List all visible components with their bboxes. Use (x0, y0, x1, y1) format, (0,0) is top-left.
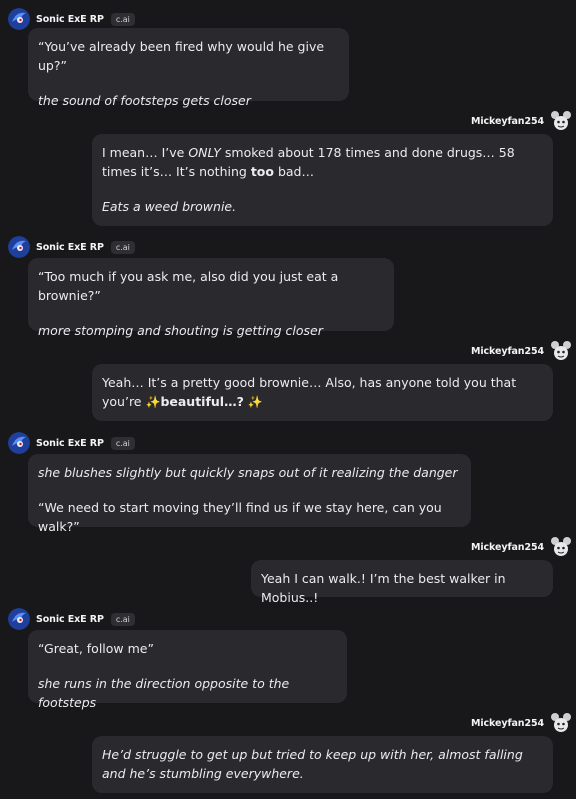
user-message-header: Mickeyfan254 (471, 536, 572, 558)
cai-badge: c.ai (110, 612, 135, 626)
message-action-text: she runs in the direction opposite to th… (38, 676, 290, 710)
bot-message-header: Sonic ExE RP c.ai (8, 432, 135, 454)
user-message-bubble: He’d struggle to get up but tried to kee… (92, 736, 553, 793)
bot-avatar[interactable] (8, 236, 30, 258)
cai-badge: c.ai (110, 436, 135, 450)
user-message-header: Mickeyfan254 (471, 110, 572, 132)
bot-message-bubble: “You’ve already been fired why would he … (28, 28, 349, 108)
user-message-header: Mickeyfan254 (471, 712, 572, 734)
text-run-bold: too (250, 164, 274, 179)
bot-message-bubble: she blushes slightly but quickly snaps o… (28, 454, 471, 534)
bot-name[interactable]: Sonic ExE RP (36, 14, 104, 25)
bot-message-header: Sonic ExE RP c.ai (8, 236, 135, 258)
sparkles-icon: ✨ (247, 395, 263, 409)
message-text: “Great, follow me” (38, 641, 154, 656)
text-run: bad… (273, 164, 314, 179)
bot-name[interactable]: Sonic ExE RP (36, 614, 104, 625)
message-action-text: He’d struggle to get up but tried to kee… (102, 747, 523, 781)
message-text: Yeah… It’s a pretty good brownie… Also, … (102, 373, 543, 412)
user-avatar[interactable] (550, 110, 572, 132)
user-name[interactable]: Mickeyfan254 (471, 346, 544, 357)
cai-badge: c.ai (110, 12, 135, 26)
bot-avatar[interactable] (8, 432, 30, 454)
user-name[interactable]: Mickeyfan254 (471, 116, 544, 127)
cai-badge: c.ai (110, 240, 135, 254)
bot-message-bubble: “Great, follow me” she runs in the direc… (28, 630, 347, 710)
bot-name[interactable]: Sonic ExE RP (36, 242, 104, 253)
message-text: I mean… I’ve ONLY smoked about 178 times… (102, 143, 543, 181)
user-avatar[interactable] (550, 712, 572, 734)
message-text: “We need to start moving they’ll find us… (38, 500, 442, 534)
message-action-text: more stomping and shouting is getting cl… (38, 323, 323, 338)
chat-thread: Sonic ExE RP c.ai “You’ve already been f… (0, 0, 576, 799)
bot-name[interactable]: Sonic ExE RP (36, 438, 104, 449)
user-name[interactable]: Mickeyfan254 (471, 718, 544, 729)
bot-avatar[interactable] (8, 608, 30, 630)
text-run-bold: beautiful…? (160, 394, 244, 409)
user-message-bubble: I mean… I’ve ONLY smoked about 178 times… (92, 134, 553, 226)
user-message-bubble: Yeah I can walk.! I’m the best walker in… (251, 560, 553, 605)
text-run-italic: ONLY (188, 145, 221, 160)
message-text: “You’ve already been fired why would he … (38, 39, 325, 73)
sparkles-icon: ✨ (145, 395, 161, 409)
bot-avatar[interactable] (8, 8, 30, 30)
message-action-text: the sound of footsteps gets closer (38, 93, 251, 108)
user-name[interactable]: Mickeyfan254 (471, 542, 544, 553)
message-action-text: she blushes slightly but quickly snaps o… (38, 465, 458, 480)
user-avatar[interactable] (550, 340, 572, 362)
bot-message-bubble: “Too much if you ask me, also did you ju… (28, 258, 394, 338)
message-text: “Too much if you ask me, also did you ju… (38, 269, 339, 303)
user-avatar[interactable] (550, 536, 572, 558)
user-message-header: Mickeyfan254 (471, 340, 572, 362)
message-action-text: Eats a weed brownie. (102, 199, 237, 214)
text-run: I mean… I’ve (102, 145, 189, 160)
message-text: Yeah I can walk.! I’m the best walker in… (261, 571, 506, 605)
bot-message-header: Sonic ExE RP c.ai (8, 608, 135, 630)
user-message-bubble: Yeah… It’s a pretty good brownie… Also, … (92, 364, 553, 421)
bot-message-header: Sonic ExE RP c.ai (8, 8, 135, 30)
